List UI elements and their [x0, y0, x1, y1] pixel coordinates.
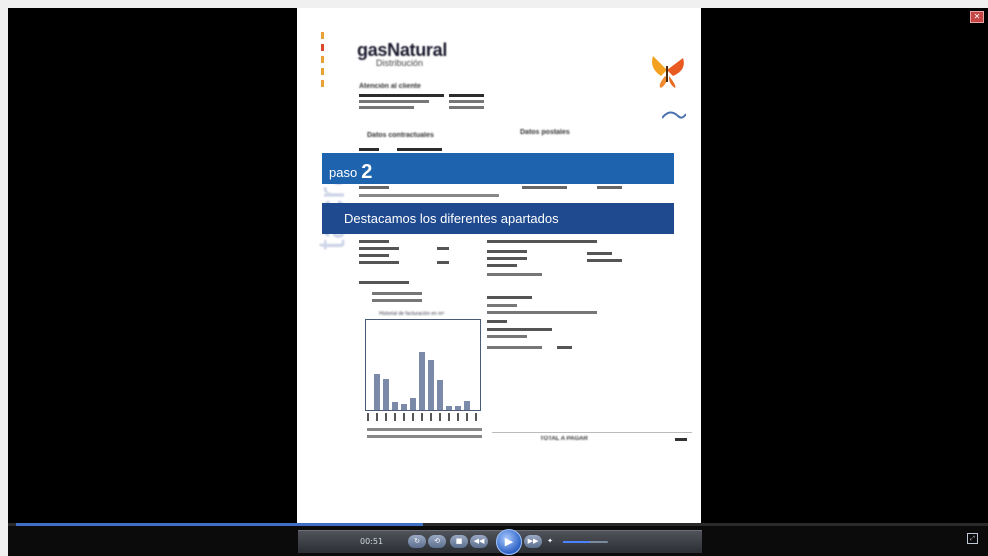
- rewind-icon[interactable]: ◀◀: [470, 535, 488, 548]
- repeat-icon[interactable]: ⟲: [428, 535, 446, 548]
- volume-level: [563, 541, 590, 543]
- chart-bar: [446, 406, 452, 410]
- step-label: paso: [329, 165, 358, 180]
- play-icon[interactable]: ▶: [496, 529, 522, 555]
- step-banner: paso 2: [322, 153, 674, 184]
- chart-bar: [455, 406, 461, 410]
- chart-bar: [392, 402, 398, 410]
- player-controls: 00:51 ↻ ⟲ ■ ◀◀ ▶ ▶▶ ✦ ⤢: [8, 523, 988, 556]
- close-icon[interactable]: ✕: [970, 11, 984, 23]
- wave-logo-icon: [662, 111, 686, 119]
- chart-bar: [419, 352, 425, 410]
- postal-section-heading: Datos postales: [520, 129, 570, 136]
- butterfly-logo-icon: [652, 56, 684, 88]
- fast-forward-icon[interactable]: ▶▶: [524, 535, 542, 548]
- volume-slider[interactable]: [563, 541, 608, 543]
- consumption-chart: [365, 319, 481, 411]
- chart-title: Historial de facturación en m³: [379, 311, 445, 317]
- fullscreen-icon[interactable]: ⤢: [967, 533, 978, 544]
- transport-controls: 00:51 ↻ ⟲ ■ ◀◀ ▶ ▶▶ ✦: [298, 529, 702, 555]
- video-player: ✕ tacra gasNatural Distribución Atención…: [8, 8, 988, 556]
- contract-section-heading: Datos contractuales: [367, 132, 434, 139]
- seek-bar[interactable]: [8, 523, 988, 526]
- shuffle-icon[interactable]: ↻: [408, 535, 426, 548]
- brand-stripe: [321, 56, 324, 63]
- chart-bar: [410, 398, 416, 410]
- brand-stripe: [321, 44, 324, 51]
- seek-progress: [16, 523, 424, 526]
- chart-bar: [383, 379, 389, 410]
- brand-stripe: [321, 68, 324, 75]
- caption-text: Destacamos los diferentes apartados: [344, 211, 559, 226]
- caption-banner: Destacamos los diferentes apartados: [322, 203, 674, 234]
- volume-icon[interactable]: ✦: [545, 535, 555, 548]
- chart-bar: [374, 374, 380, 410]
- brand-stripe: [321, 32, 324, 39]
- brand-stripe: [321, 80, 324, 87]
- chart-bar: [401, 404, 407, 410]
- logo-subtitle: Distribución: [376, 58, 424, 68]
- current-time: 00:51: [360, 537, 384, 546]
- stop-icon[interactable]: ■: [450, 535, 468, 548]
- chart-bar: [464, 401, 470, 410]
- chart-bar: [428, 360, 434, 410]
- step-number: 2: [361, 161, 373, 183]
- video-frame-document: tacra gasNatural Distribución Atención a…: [297, 8, 701, 523]
- chart-bar: [437, 380, 443, 410]
- total-label: TOTAL A PAGAR: [540, 436, 588, 442]
- customer-section-heading: Atención al cliente: [359, 83, 421, 90]
